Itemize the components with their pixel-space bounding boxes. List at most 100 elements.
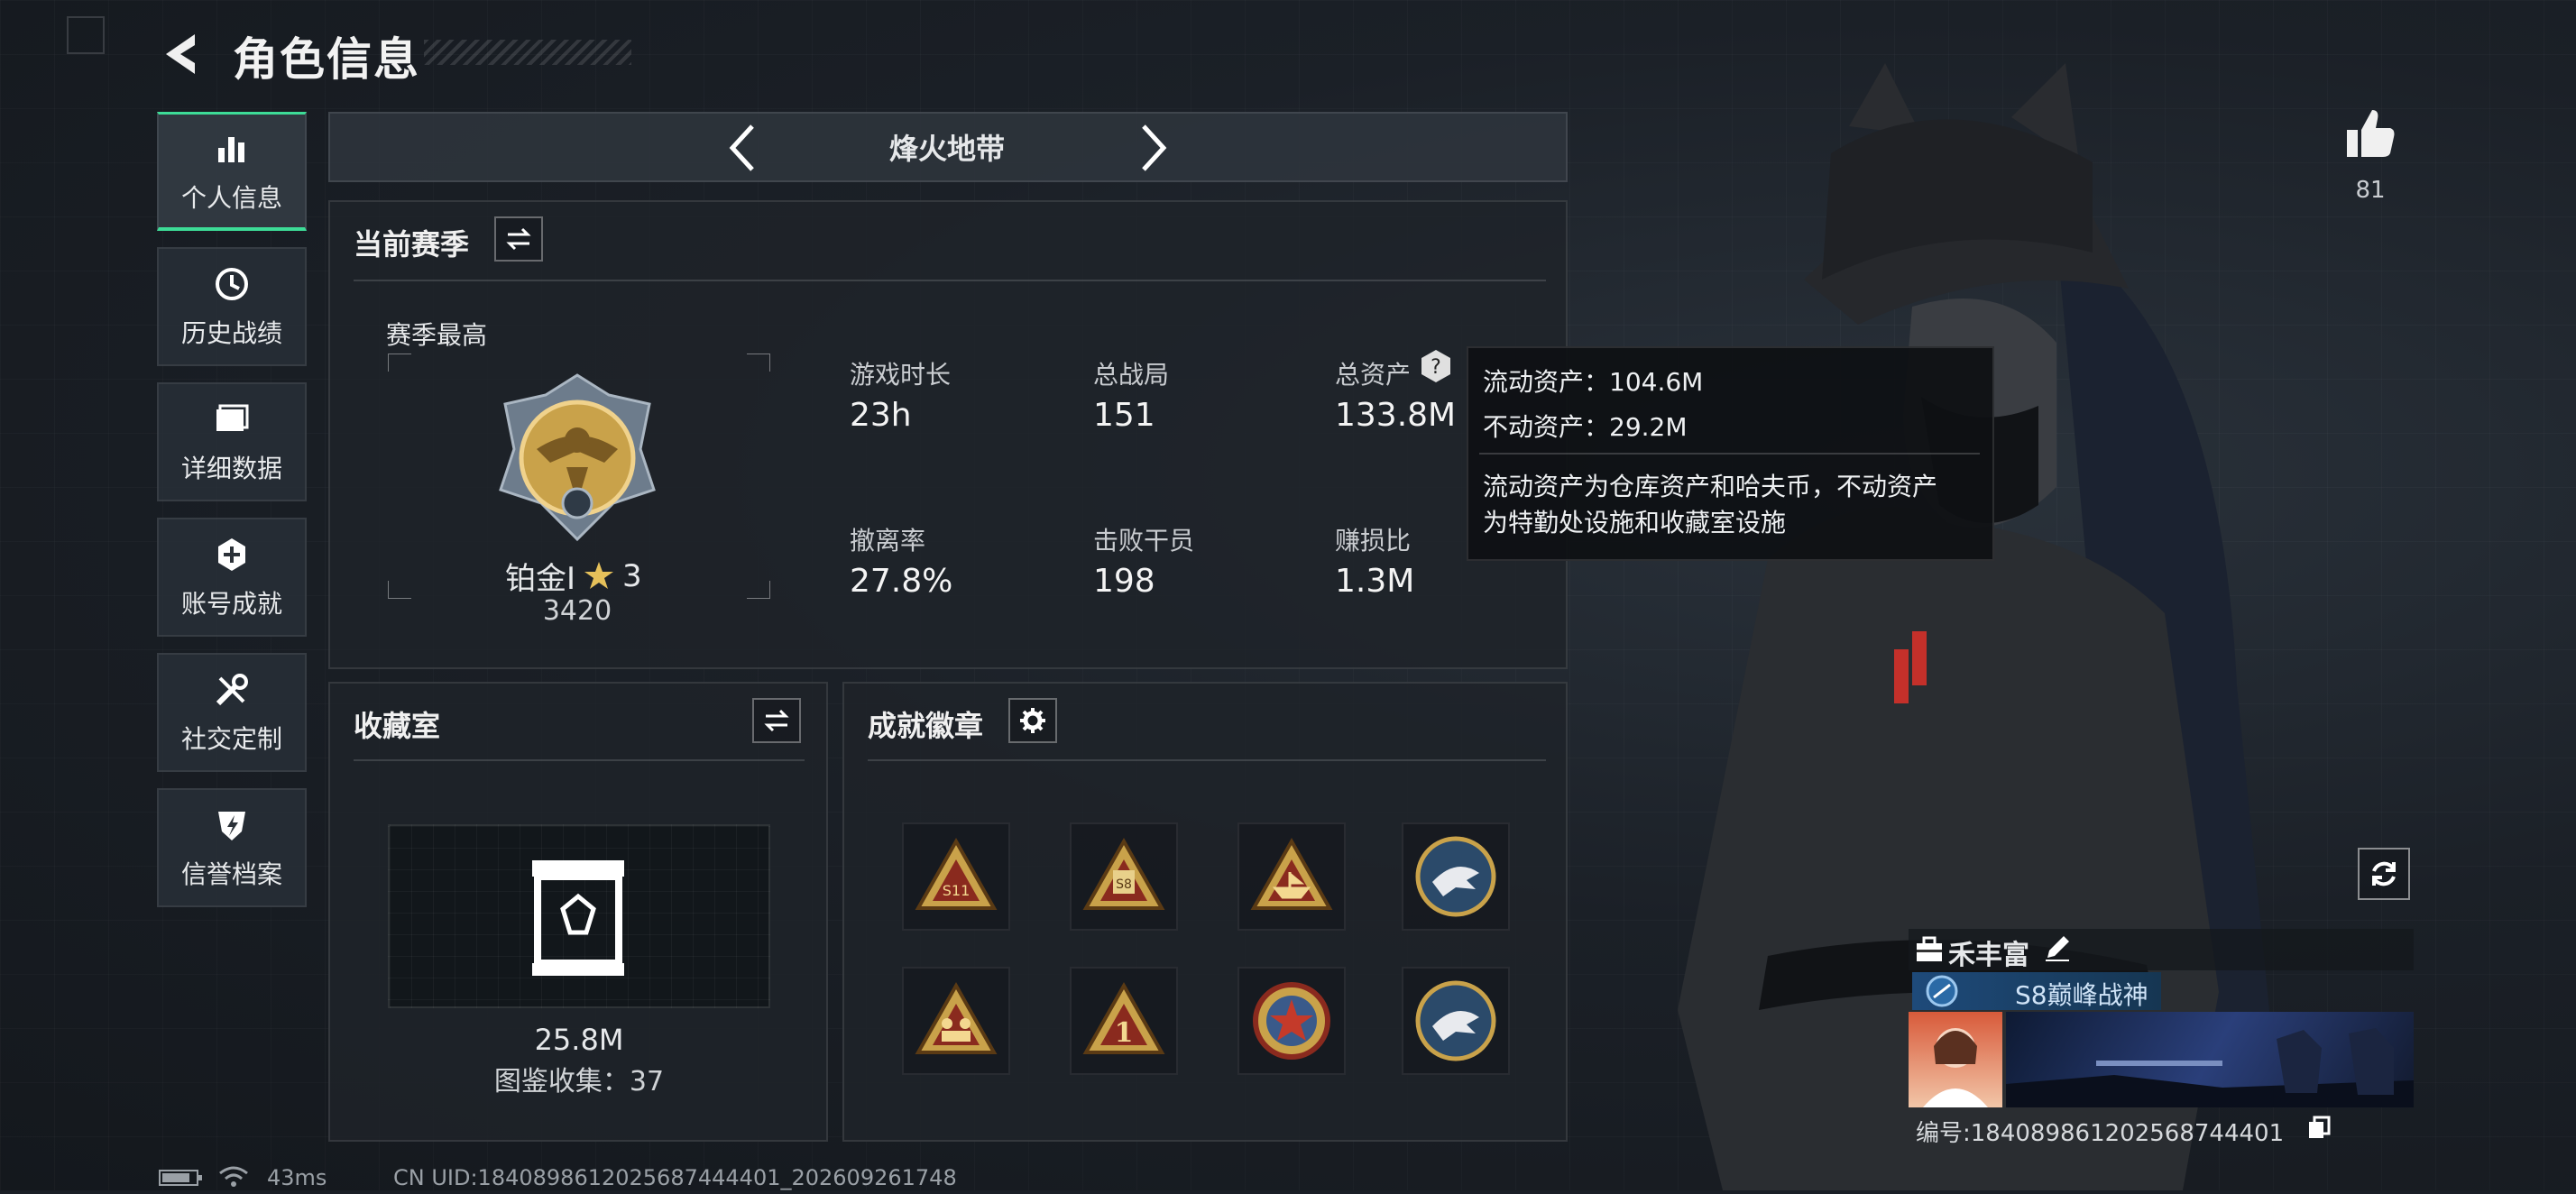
history-icon <box>216 268 248 300</box>
mode-label: 烽火地带 <box>888 132 1005 166</box>
swap-icon <box>506 227 531 251</box>
rank-stars: 3 <box>622 557 642 594</box>
badge-s11[interactable]: S11 <box>902 822 1010 931</box>
badge-eagle[interactable] <box>1402 822 1510 931</box>
tools-icon <box>216 674 248 706</box>
achievement-icon <box>218 538 245 571</box>
refresh-button[interactable] <box>2358 848 2410 900</box>
wifi-icon <box>218 1165 249 1189</box>
badge-text: S8 <box>1116 877 1132 892</box>
badge-ship[interactable] <box>1237 822 1346 931</box>
sidebar-item-detail-data[interactable]: 详细数据 <box>157 382 307 501</box>
chevron-right-icon <box>1142 124 1167 171</box>
copy-icon <box>2309 1116 2331 1138</box>
chevron-left-icon <box>729 124 754 171</box>
title-emblem-icon <box>1925 974 1959 1008</box>
mode-prev-button[interactable] <box>722 121 765 175</box>
badge-number-one[interactable]: 1 <box>1070 967 1178 1075</box>
title-decoration <box>424 40 631 65</box>
player-banner <box>2006 1012 2414 1107</box>
stat-label: 总资产 <box>1335 360 1412 390</box>
swap-icon <box>764 709 789 732</box>
edit-name-button[interactable] <box>2042 932 2075 965</box>
like-count: 81 <box>2355 177 2386 204</box>
rank-name: 铂金Ⅰ <box>505 561 576 597</box>
rank-emblem-icon <box>487 368 667 548</box>
season-divider <box>354 280 1546 281</box>
squad-badge-icon <box>915 981 998 1054</box>
sidebar-item-personal-info[interactable]: 个人信息 <box>157 112 307 231</box>
tooltip-note: 为特勤处设施和收藏室设施 <box>1483 508 1787 537</box>
stat-label: 总战局 <box>1093 360 1170 390</box>
sidebar-item-achievements[interactable]: 账号成就 <box>157 518 307 637</box>
badge-text: S11 <box>943 882 971 899</box>
stat-value: 23h <box>850 397 912 434</box>
sidebar-item-label: 账号成就 <box>180 589 282 619</box>
battery-icon <box>159 1169 204 1187</box>
player-name: 禾丰富 <box>1948 940 2029 971</box>
back-button[interactable] <box>155 27 209 81</box>
rank-points: 3420 <box>542 595 612 627</box>
mode-next-button[interactable] <box>1131 121 1174 175</box>
ship-badge-icon <box>1250 837 1333 910</box>
thumbs-up-icon <box>2347 110 2395 157</box>
refresh-icon <box>2372 861 2396 886</box>
badge-squad[interactable] <box>902 967 1010 1075</box>
player-avatar[interactable] <box>1909 1012 2002 1107</box>
collection-title: 收藏室 <box>354 709 441 743</box>
bar-chart-icon <box>218 136 244 162</box>
season-title: 当前赛季 <box>354 227 470 262</box>
s11-badge-icon: S11 <box>915 837 998 910</box>
corner-decoration <box>67 16 105 54</box>
player-title: S8巅峰战神 <box>2015 980 2148 1010</box>
sidebar-item-history[interactable]: 历史战绩 <box>157 247 307 366</box>
tooltip-note: 流动资产为仓库资产和哈夫币，不动资产 <box>1483 472 1938 501</box>
player-id: 编号:184089861202568744401 <box>1916 1120 2285 1147</box>
stat-label: 赚损比 <box>1335 526 1412 556</box>
s8-badge-icon: S8 <box>1082 837 1165 910</box>
uid-text: CN UID:1840898612025687444401_2026092617… <box>393 1165 957 1190</box>
badge-eagle-2[interactable] <box>1402 967 1510 1075</box>
eagle-badge-2-icon <box>1415 980 1496 1061</box>
like-button[interactable] <box>2341 105 2399 162</box>
banner-soldiers-icon <box>2006 1028 2414 1107</box>
sidebar-item-label: 个人信息 <box>180 182 282 213</box>
credit-shield-icon <box>218 812 245 840</box>
badge-s8[interactable]: S8 <box>1070 822 1178 931</box>
sidebar-item-credit-record[interactable]: 信誉档案 <box>157 788 307 907</box>
sidebar-item-label: 社交定制 <box>180 724 282 754</box>
badges-divider <box>868 759 1546 761</box>
season-best-label: 赛季最高 <box>386 320 488 350</box>
rank-title: 铂金Ⅰ 3 <box>505 554 642 598</box>
eagle-badge-icon <box>1415 836 1496 917</box>
season-switch-button[interactable] <box>494 216 543 262</box>
tooltip-fixed-assets: 不动资产：29.2M <box>1483 412 1688 442</box>
stat-value: 27.8% <box>850 563 953 600</box>
help-icon: ? <box>1421 350 1450 382</box>
badge-text: 1 <box>1115 1017 1134 1049</box>
page-title: 角色信息 <box>233 33 420 86</box>
display-case-icon <box>529 857 628 979</box>
number-one-badge-icon: 1 <box>1082 981 1165 1054</box>
folder-icon <box>216 404 249 431</box>
briefcase-icon <box>1914 934 1945 965</box>
stat-value: 198 <box>1093 563 1155 600</box>
gear-icon <box>1020 708 1045 733</box>
star-icon <box>584 561 614 589</box>
stat-value: 133.8M <box>1335 397 1457 434</box>
stat-value: 151 <box>1093 397 1155 434</box>
stat-label: 击败干员 <box>1093 526 1195 556</box>
tooltip-liquid-assets: 流动资产：104.6M <box>1483 367 1704 397</box>
asset-help-button[interactable]: ? <box>1418 348 1454 384</box>
badge-star-medal[interactable] <box>1237 967 1346 1075</box>
sidebar-item-social-custom[interactable]: 社交定制 <box>157 653 307 772</box>
collection-catalog: 图鉴收集：37 <box>493 1066 665 1098</box>
ping-text: 43ms <box>267 1165 327 1190</box>
badges-title: 成就徽章 <box>868 709 984 743</box>
avatar-portrait-icon <box>1923 1028 1988 1107</box>
stat-value: 1.3M <box>1335 563 1415 600</box>
star-medal-badge-icon <box>1253 982 1330 1060</box>
collection-switch-button[interactable] <box>752 698 801 743</box>
copy-id-button[interactable] <box>2305 1115 2332 1142</box>
badges-settings-button[interactable] <box>1008 698 1057 743</box>
